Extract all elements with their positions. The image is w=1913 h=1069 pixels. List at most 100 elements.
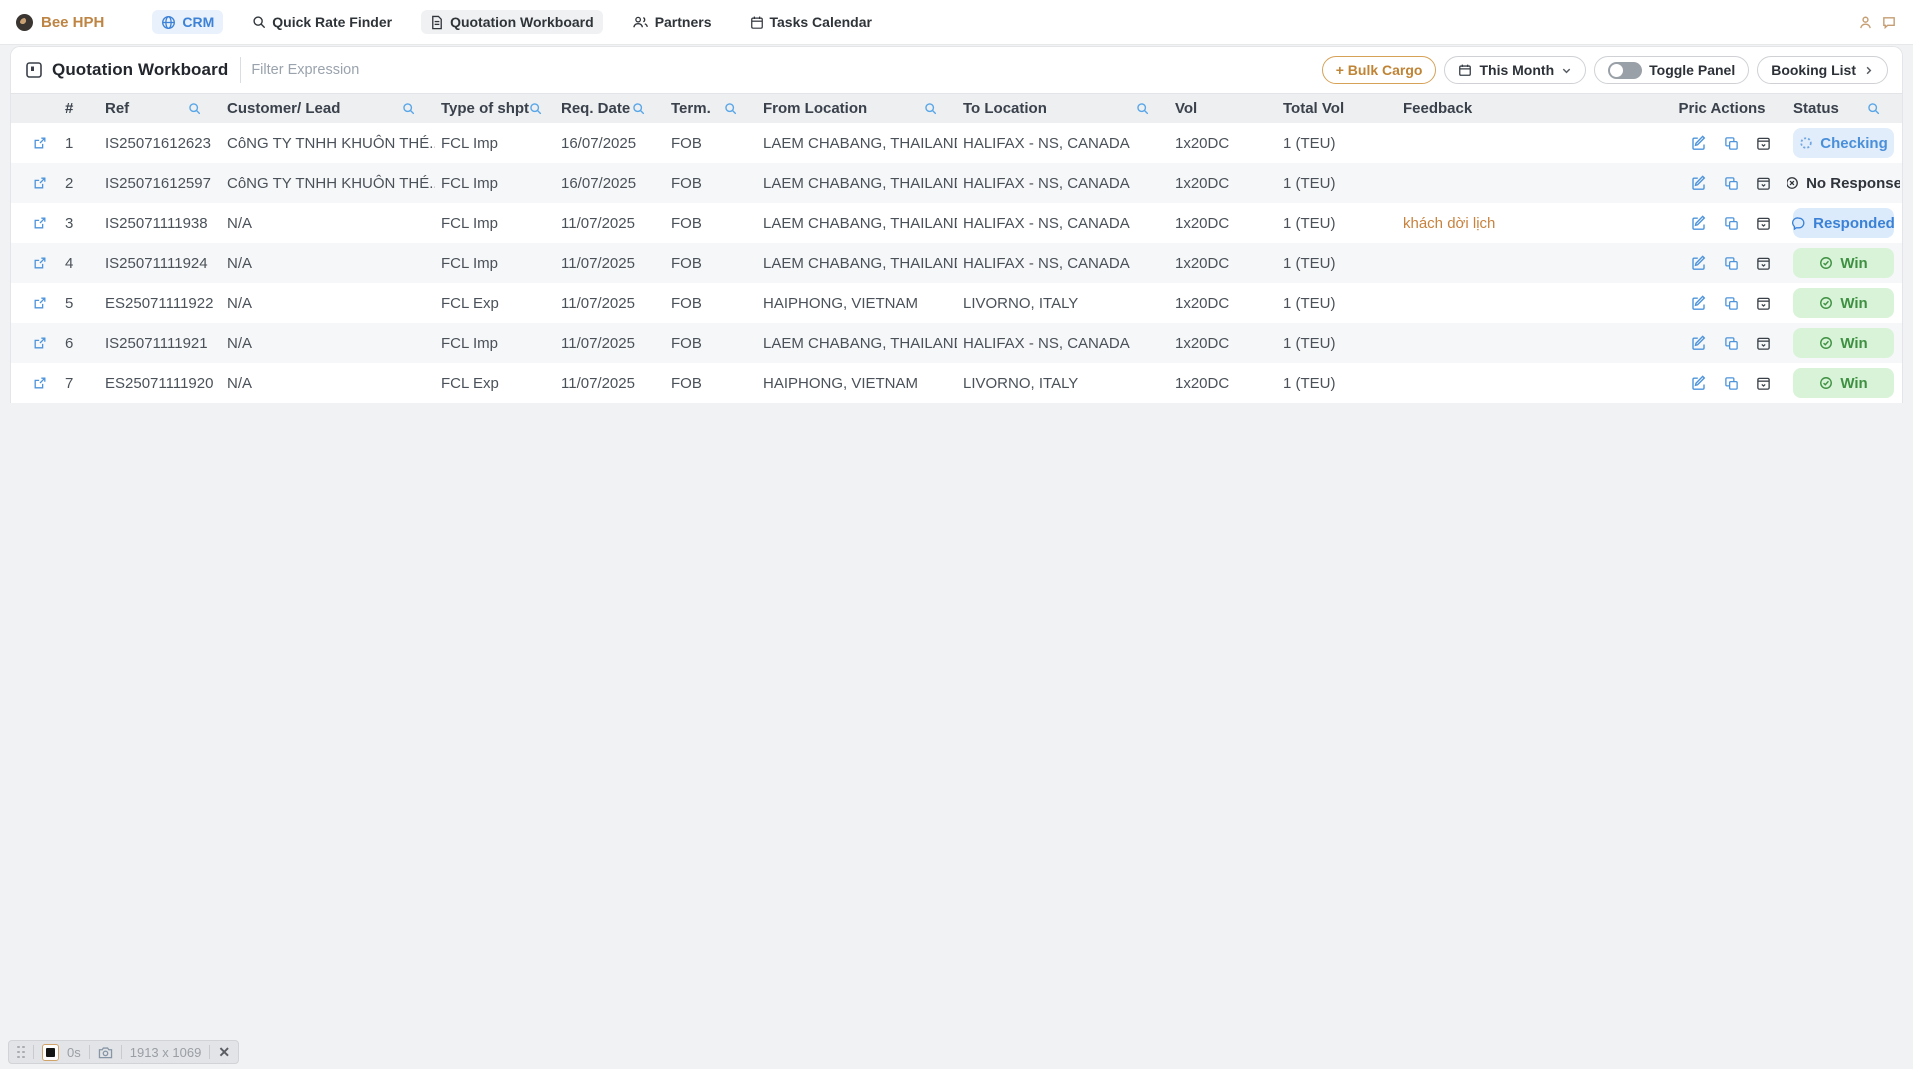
duplicate-icon[interactable] [1724, 336, 1739, 351]
check-circle-icon [1819, 296, 1833, 310]
open-quotation-icon[interactable] [27, 243, 59, 283]
search-icon[interactable] [188, 102, 201, 115]
total-vol-cell: 1 (TEU) [1277, 163, 1397, 203]
nav-item-quotation-workboard[interactable]: Quotation Workboard [421, 10, 603, 34]
archive-icon[interactable] [1756, 136, 1771, 151]
shipment-type-cell: FCL Imp [435, 163, 555, 203]
to-location-cell: HALIFAX - NS, CANADA [957, 323, 1169, 363]
req-date-cell: 16/07/2025 [555, 123, 665, 163]
nav-item-label: CRM [182, 14, 214, 30]
edit-icon[interactable] [1691, 255, 1707, 271]
to-location-cell: LIVORNO, ITALY [957, 363, 1169, 403]
edit-icon[interactable] [1691, 375, 1707, 391]
status-cell: Responded [1787, 203, 1900, 243]
row-number: 4 [59, 243, 99, 283]
chevron-right-icon [1863, 65, 1874, 76]
ref-cell: IS25071111924 [99, 243, 221, 283]
status-badge[interactable]: Responded [1793, 208, 1894, 238]
open-quotation-icon[interactable] [27, 323, 59, 363]
edit-icon[interactable] [1691, 335, 1707, 351]
user-icon[interactable] [1858, 15, 1873, 30]
table-header: #RefCustomer/ LeadType of shptReq. DateT… [11, 93, 1902, 123]
customer-cell: N/A [221, 323, 435, 363]
open-quotation-icon[interactable] [27, 123, 59, 163]
camera-icon[interactable] [98, 1046, 113, 1059]
column-header-vol: Vol [1169, 94, 1277, 123]
archive-icon[interactable] [1756, 336, 1771, 351]
brand[interactable]: Bee HPH [16, 14, 104, 31]
column-label: Customer/ Lead [227, 100, 340, 117]
chat-icon[interactable] [1881, 15, 1897, 30]
stop-record-button[interactable] [42, 1044, 59, 1061]
open-quotation-icon[interactable] [27, 203, 59, 243]
search-icon[interactable] [632, 102, 645, 115]
column-header-term: Term. [665, 94, 757, 123]
row-number: 1 [59, 123, 99, 163]
search-icon[interactable] [402, 102, 415, 115]
archive-icon[interactable] [1756, 376, 1771, 391]
term-cell: FOB [665, 123, 757, 163]
duplicate-icon[interactable] [1724, 216, 1739, 231]
duplicate-icon[interactable] [1724, 296, 1739, 311]
column-header-ref: Ref [99, 94, 221, 123]
duplicate-icon[interactable] [1724, 176, 1739, 191]
status-badge[interactable]: Win [1793, 248, 1894, 278]
nav-item-crm[interactable]: CRM [152, 10, 223, 34]
nav-item-quick-rate-finder[interactable]: Quick Rate Finder [243, 10, 401, 34]
total-vol-cell: 1 (TEU) [1277, 243, 1397, 283]
edit-icon[interactable] [1691, 215, 1707, 231]
from-location-cell: LAEM CHABANG, THAILAND [757, 163, 957, 203]
row-number: 3 [59, 203, 99, 243]
archive-icon[interactable] [1756, 216, 1771, 231]
edit-icon[interactable] [1691, 135, 1707, 151]
feedback-cell [1397, 323, 1657, 363]
booking-list-button[interactable]: Booking List [1757, 56, 1888, 84]
quotation-row: 7ES25071111920N/AFCL Exp11/07/2025FOBHAI… [11, 363, 1902, 403]
screen-capture-bar: 0s 1913 x 1069 ✕ [8, 1040, 239, 1064]
search-icon[interactable] [1136, 102, 1149, 115]
status-badge[interactable]: No Response [1793, 168, 1894, 198]
column-label: Req. Date [561, 100, 630, 117]
status-badge[interactable]: Win [1793, 368, 1894, 398]
quotation-row: 4IS25071111924N/AFCL Imp11/07/2025FOBLAE… [11, 243, 1902, 283]
drag-handle-icon[interactable] [17, 1046, 25, 1059]
archive-icon[interactable] [1756, 176, 1771, 191]
from-location-cell: LAEM CHABANG, THAILAND [757, 123, 957, 163]
search-icon[interactable] [924, 102, 937, 115]
edit-icon[interactable] [1691, 175, 1707, 191]
search-icon[interactable] [1867, 102, 1880, 115]
calendar-icon [750, 15, 764, 30]
search-icon[interactable] [724, 102, 737, 115]
bulk-cargo-button[interactable]: + Bulk Cargo [1322, 56, 1437, 84]
archive-icon[interactable] [1756, 296, 1771, 311]
nav-item-tasks-calendar[interactable]: Tasks Calendar [741, 10, 881, 34]
search-icon[interactable] [529, 102, 542, 115]
edit-icon[interactable] [1691, 295, 1707, 311]
open-quotation-icon[interactable] [27, 163, 59, 203]
close-icon[interactable]: ✕ [218, 1044, 230, 1061]
open-quotation-icon[interactable] [27, 363, 59, 403]
term-cell: FOB [665, 203, 757, 243]
archive-icon[interactable] [1756, 256, 1771, 271]
open-quotation-icon[interactable] [27, 283, 59, 323]
req-date-cell: 11/07/2025 [555, 243, 665, 283]
panel-toggle-switch[interactable] [1608, 62, 1642, 79]
toggle-panel-button[interactable]: Toggle Panel [1594, 56, 1749, 84]
customer-cell: N/A [221, 363, 435, 403]
period-selector-button[interactable]: This Month [1444, 56, 1586, 84]
duplicate-icon[interactable] [1724, 256, 1739, 271]
filter-expression-input[interactable] [251, 62, 631, 78]
feedback-cell [1397, 243, 1657, 283]
from-location-cell: LAEM CHABANG, THAILAND [757, 243, 957, 283]
duplicate-icon[interactable] [1724, 376, 1739, 391]
nav-item-partners[interactable]: Partners [623, 10, 721, 34]
status-cell: Win [1787, 283, 1900, 323]
status-badge[interactable]: Win [1793, 288, 1894, 318]
to-location-cell: HALIFAX - NS, CANADA [957, 123, 1169, 163]
from-location-cell: LAEM CHABANG, THAILAND [757, 323, 957, 363]
status-badge[interactable]: Win [1793, 328, 1894, 358]
duplicate-icon[interactable] [1724, 136, 1739, 151]
actions-cell [1657, 323, 1787, 363]
partners-icon [632, 15, 649, 29]
status-badge[interactable]: Checking [1793, 128, 1894, 158]
